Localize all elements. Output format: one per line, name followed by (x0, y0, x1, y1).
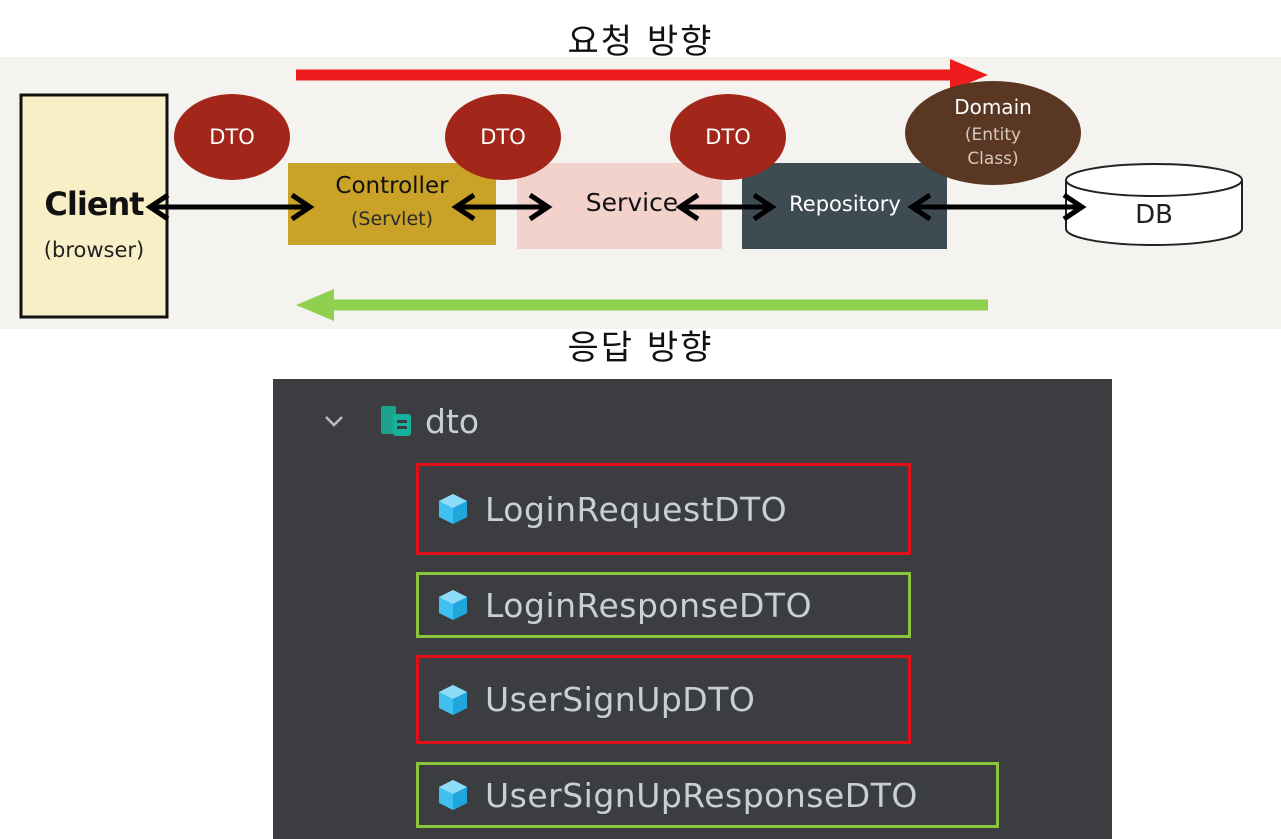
tree-folder-row-dto[interactable]: dto (323, 399, 479, 443)
tree-folder-label: dto (425, 401, 480, 441)
request-arrow (296, 59, 988, 91)
chevron-down-icon[interactable] (323, 410, 345, 432)
tree-item-label: LoginResponseDTO (485, 585, 813, 625)
db-title: DB (1135, 200, 1173, 230)
domain-line3: Class) (967, 149, 1019, 169)
tree-item-label: LoginRequestDTO (485, 489, 788, 529)
tree-item-label: UserSignUpDTO (485, 680, 756, 719)
tree-item-user-signup-response-dto[interactable]: UserSignUpResponseDTO (416, 762, 999, 828)
request-direction-caption: 요청 방향 (567, 22, 714, 62)
architecture-diagram: Client (browser) Controller (Servlet) Se… (0, 57, 1281, 329)
class-icon (439, 780, 467, 810)
repository-title: Repository (789, 192, 901, 216)
tree-item-label: UserSignUpResponseDTO (485, 775, 918, 815)
client-title: Client (44, 185, 144, 223)
controller-title: Controller (335, 173, 449, 199)
package-folder-icon (381, 406, 411, 436)
project-tree-panel: dto LoginRequestDTO LoginResponseDTO Use… (273, 379, 1112, 839)
dto-badge-1-label: DTO (209, 125, 255, 149)
class-icon (439, 494, 467, 524)
controller-subtitle: (Servlet) (350, 208, 434, 230)
tree-item-login-response-dto[interactable]: LoginResponseDTO (416, 572, 911, 638)
client-subtitle: (browser) (43, 238, 145, 262)
dto-badge-3-label: DTO (705, 125, 751, 149)
service-title: Service (585, 188, 679, 217)
response-arrow (296, 289, 988, 321)
tree-item-user-signup-dto[interactable]: UserSignUpDTO (416, 655, 911, 744)
response-direction-caption: 응답 방향 (567, 328, 714, 368)
dto-badge-2-label: DTO (480, 125, 526, 149)
client-controller-link (145, 192, 315, 222)
class-icon (439, 590, 467, 620)
domain-title: Domain (954, 95, 1032, 119)
domain-line2: (Entity (964, 125, 1022, 145)
tree-item-login-request-dto[interactable]: LoginRequestDTO (416, 463, 911, 555)
class-icon (439, 684, 467, 715)
